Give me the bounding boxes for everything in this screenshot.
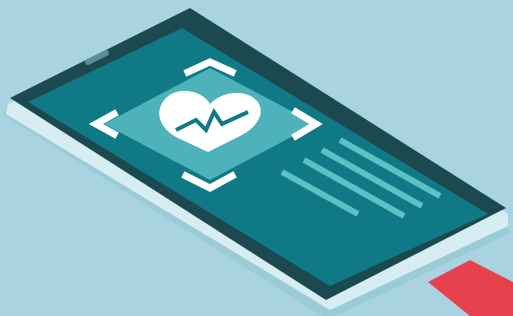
scene (0, 0, 513, 316)
